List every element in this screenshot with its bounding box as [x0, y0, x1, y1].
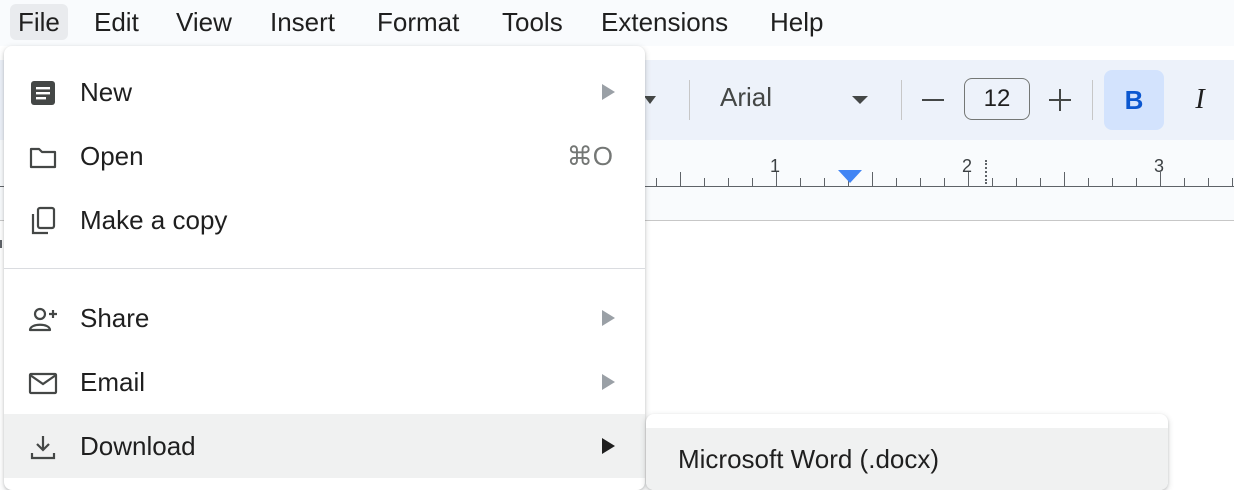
toolbar-divider — [689, 80, 690, 120]
style-dropdown-caret-icon[interactable] — [644, 96, 656, 104]
ruler-tick — [1088, 178, 1089, 186]
ruler-tick — [1184, 178, 1185, 186]
ruler-tick — [920, 178, 921, 186]
ruler-label: 1 — [770, 156, 781, 176]
menu-item-label: Open — [80, 141, 144, 171]
ruler-tick — [872, 172, 873, 186]
toolbar-divider — [901, 80, 902, 120]
menu-item-share[interactable]: Share — [4, 286, 645, 350]
increase-font-size-button[interactable] — [1046, 78, 1074, 122]
ruler-label: 2 — [962, 156, 973, 176]
menu-item-label: Download — [80, 431, 196, 461]
ruler-tick — [1208, 178, 1209, 186]
document-icon — [31, 81, 55, 105]
menu-item-label: New — [80, 77, 133, 107]
font-size-input[interactable]: 12 — [964, 78, 1030, 120]
menu-format[interactable]: Format — [369, 4, 467, 40]
ruler-tick — [1064, 172, 1065, 186]
ruler-tick — [944, 178, 945, 186]
ruler-tick — [752, 178, 753, 186]
ruler-tick — [800, 178, 801, 186]
ruler-tick — [896, 178, 897, 186]
menu-insert[interactable]: Insert — [262, 4, 343, 40]
menu-divider — [4, 268, 645, 269]
bold-button[interactable]: B — [1104, 70, 1164, 130]
file-menu: New Open ⌘O Make a copy Share Email Down… — [4, 46, 645, 490]
font-family-dropdown[interactable]: Arial — [720, 82, 772, 113]
keyboard-shortcut: ⌘O — [566, 141, 613, 171]
menu-tools[interactable]: Tools — [494, 4, 571, 40]
ruler-tick — [1016, 178, 1017, 186]
menu-view[interactable]: View — [168, 4, 240, 40]
ruler-tick — [1112, 178, 1113, 186]
menu-item-open[interactable]: Open ⌘O — [4, 124, 645, 188]
menu-item-download[interactable]: Download — [4, 414, 645, 478]
menu-file[interactable]: File — [10, 4, 68, 40]
ruler-tick — [824, 178, 825, 186]
italic-button[interactable]: I — [1180, 74, 1220, 126]
ruler-label: 3 — [1154, 156, 1165, 176]
copy-icon — [31, 206, 56, 235]
ruler-tick — [680, 172, 681, 186]
ruler-tick — [728, 178, 729, 186]
ruler-tick — [1232, 178, 1233, 186]
toolbar-divider — [1092, 80, 1093, 120]
menu-extensions[interactable]: Extensions — [593, 4, 736, 40]
text-cursor — [0, 240, 2, 248]
mail-icon — [28, 372, 58, 395]
menu-item-label: Share — [80, 303, 150, 333]
decrease-font-size-button[interactable] — [920, 78, 948, 122]
ruler-tick — [992, 178, 993, 186]
minus-icon — [922, 99, 944, 101]
person-add-icon — [28, 307, 57, 332]
menu-item-new[interactable]: New — [4, 60, 645, 124]
margin-handle[interactable] — [985, 160, 990, 184]
ruler-tick — [656, 178, 657, 186]
menu-item-make-a-copy[interactable]: Make a copy — [4, 188, 645, 252]
submenu-arrow-icon — [602, 374, 615, 390]
download-submenu: Microsoft Word (.docx) — [646, 414, 1168, 490]
menu-item-email[interactable]: Email — [4, 350, 645, 414]
ruler-tick — [704, 178, 705, 186]
download-icon — [30, 436, 56, 460]
submenu-arrow-icon — [602, 310, 615, 326]
menu-bar: File Edit View Insert Format Tools Exten… — [0, 0, 1234, 46]
ruler-tick — [1040, 178, 1041, 186]
submenu-item-label: Microsoft Word (.docx) — [678, 444, 940, 474]
chevron-down-icon[interactable] — [852, 96, 868, 104]
submenu-arrow-icon — [602, 438, 615, 454]
submenu-item-docx[interactable]: Microsoft Word (.docx) — [646, 428, 1168, 490]
menu-item-label: Email — [80, 367, 146, 397]
submenu-arrow-icon — [602, 84, 615, 100]
menu-edit[interactable]: Edit — [86, 4, 147, 40]
folder-icon — [29, 147, 57, 169]
menu-help[interactable]: Help — [762, 4, 831, 40]
menu-item-label: Make a copy — [80, 205, 228, 235]
indent-marker-icon[interactable] — [838, 170, 862, 183]
ruler-tick — [1136, 178, 1137, 186]
